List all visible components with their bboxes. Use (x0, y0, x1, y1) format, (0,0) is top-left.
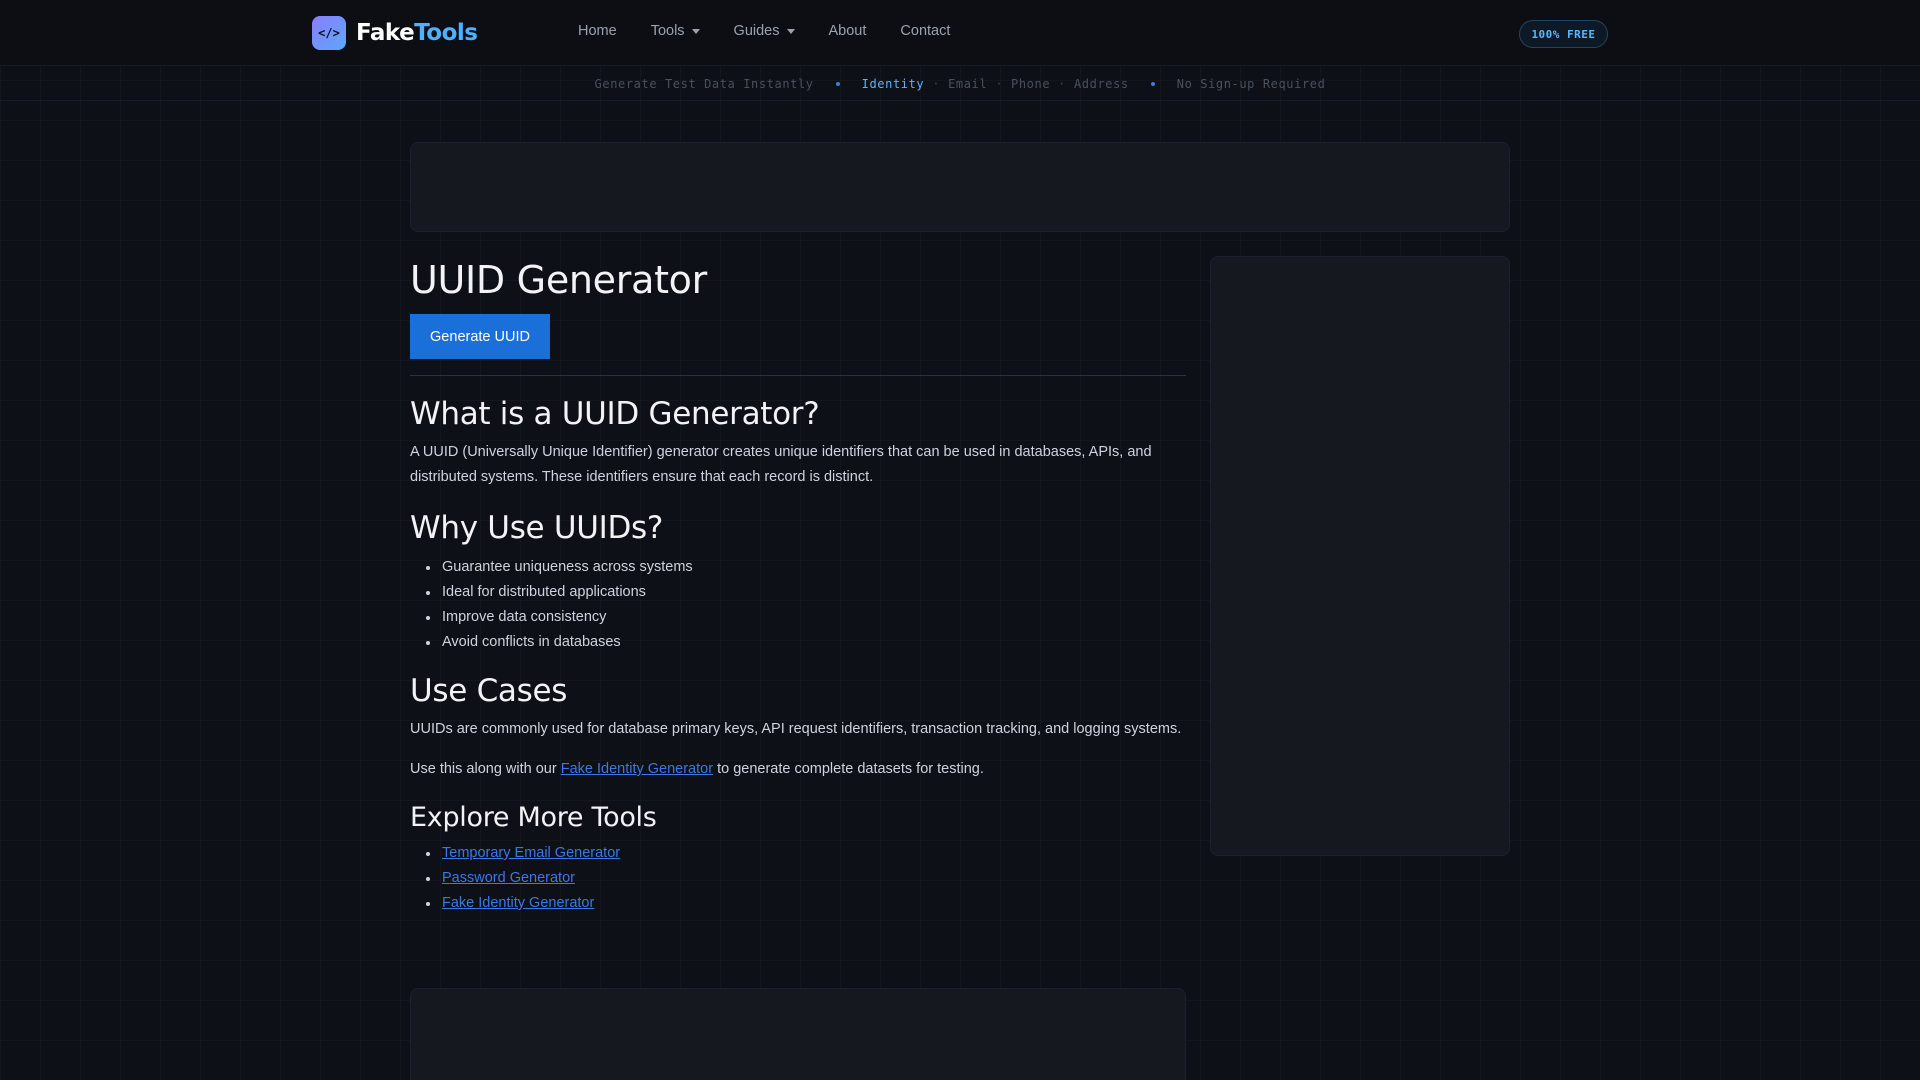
caret-down-icon (786, 28, 795, 34)
ticker-left-text: Generate Test Data Instantly (594, 76, 814, 91)
nav-about-label: About (828, 23, 867, 39)
logo-wordmark: FakeTools (356, 20, 478, 46)
list-item: Guarantee uniqueness across systems (410, 555, 1186, 580)
nav-home-label: Home (578, 23, 617, 39)
main-nav: Home Tools Guides About Contact (578, 23, 984, 39)
nav-home-link[interactable]: Home (578, 23, 617, 39)
explore-links-list: Temporary Email Generator Password Gener… (410, 841, 1186, 916)
ticker-phone-text: Phone (1011, 76, 1051, 91)
top-navbar: </> FakeTools Home Tools Guides About Co… (0, 0, 1920, 66)
page-title: UUID Generator (410, 258, 707, 302)
list-item: Improve data consistency (410, 605, 1186, 630)
use-along-paragraph: Use this along with our Fake Identity Ge… (410, 757, 1186, 782)
what-is-paragraph: A UUID (Universally Unique Identifier) g… (410, 444, 1152, 485)
list-item: Password Generator (410, 866, 1186, 891)
why-use-heading: Why Use UUIDs? (410, 510, 664, 546)
logo-fake-text: Fake (356, 20, 415, 46)
what-is-heading: What is a UUID Generator? (410, 396, 820, 432)
temporary-email-generator-link[interactable]: Temporary Email Generator (442, 845, 620, 861)
section-divider (410, 375, 1186, 376)
code-brackets-icon: </> (312, 16, 346, 50)
ticker-separator: · (932, 76, 941, 91)
nav-tools-dropdown[interactable]: Tools (651, 23, 700, 39)
use-cases-heading: Use Cases (410, 673, 568, 709)
list-item: Avoid conflicts in databases (410, 630, 1186, 655)
caret-down-icon (691, 28, 700, 34)
logo-tools-text: Tools (414, 20, 478, 46)
list-item: Temporary Email Generator (410, 841, 1186, 866)
use-cases-paragraph: UUIDs are commonly used for database pri… (410, 721, 1182, 737)
why-use-list: Guarantee uniqueness across systems Idea… (410, 555, 1186, 655)
nav-contact-label: Contact (900, 23, 951, 39)
ticker-dot-icon (835, 81, 840, 86)
nav-guides-label: Guides (733, 23, 780, 39)
ad-sidebar (1210, 256, 1510, 856)
site-logo[interactable]: </> FakeTools (312, 16, 478, 50)
generate-uuid-button[interactable]: Generate UUID (410, 314, 550, 359)
fake-identity-generator-link[interactable]: Fake Identity Generator (561, 761, 713, 777)
use-along-suffix: to generate complete datasets for testin… (713, 761, 984, 777)
password-generator-link[interactable]: Password Generator (442, 870, 575, 886)
ticker-separator: · (995, 76, 1004, 91)
nav-guides-dropdown[interactable]: Guides (734, 23, 795, 39)
ad-banner-bottom (410, 988, 1186, 1080)
explore-more-heading: Explore More Tools (410, 802, 657, 833)
free-badge: 100% FREE (1519, 20, 1608, 48)
list-item: Ideal for distributed applications (410, 580, 1186, 605)
feature-ticker: Generate Test Data Instantly Identity · … (0, 67, 1920, 101)
list-item: Fake Identity Generator (410, 891, 1186, 916)
nav-tools-label: Tools (650, 23, 685, 39)
ticker-email-text: Email (948, 76, 988, 91)
ticker-right-text: No Sign-up Required (1176, 76, 1326, 91)
nav-about-link[interactable]: About (829, 23, 867, 39)
ticker-address-text: Address (1073, 76, 1129, 91)
ticker-separator: · (1058, 76, 1066, 91)
ad-banner-top (410, 142, 1510, 232)
ticker-identity-text: Identity (861, 76, 925, 91)
fake-identity-generator-link[interactable]: Fake Identity Generator (442, 895, 594, 911)
main-content: UUID Generator Generate UUID What is a U… (410, 256, 1186, 916)
ticker-dot-icon (1150, 81, 1155, 86)
use-along-prefix: Use this along with our (410, 761, 561, 777)
nav-contact-link[interactable]: Contact (900, 23, 950, 39)
